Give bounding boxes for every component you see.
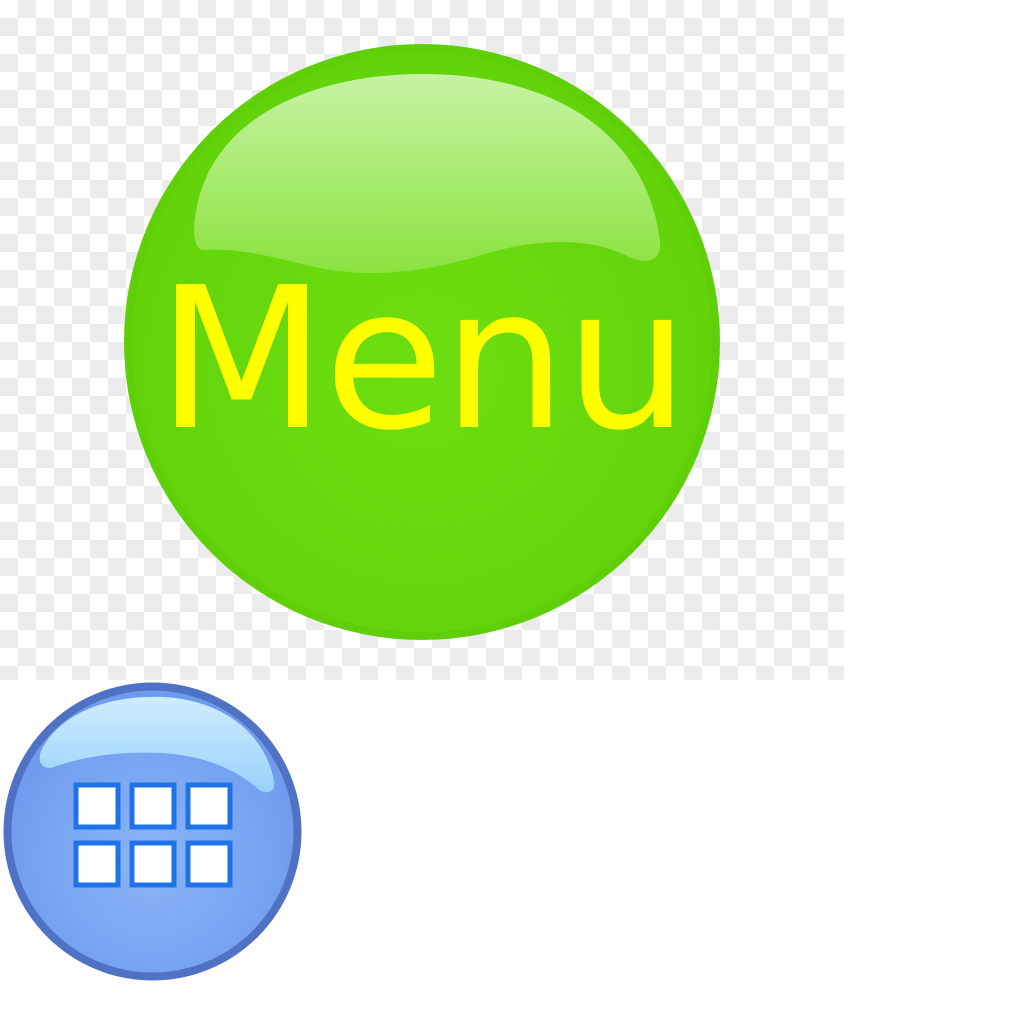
- grid-cell-icon: [73, 840, 121, 888]
- menu-button[interactable]: Menu: [122, 42, 722, 642]
- grid-cell-icon: [185, 782, 233, 830]
- grid-cell-icon: [129, 782, 177, 830]
- grid-cell-icon: [73, 782, 121, 830]
- menu-button-label: Menu: [156, 246, 689, 474]
- app-grid-icon: [3, 682, 302, 981]
- grid-cell-icon: [185, 840, 233, 888]
- grid-cell-icon: [129, 840, 177, 888]
- canvas: Menu: [0, 0, 1024, 1024]
- app-grid-button[interactable]: [2, 681, 303, 982]
